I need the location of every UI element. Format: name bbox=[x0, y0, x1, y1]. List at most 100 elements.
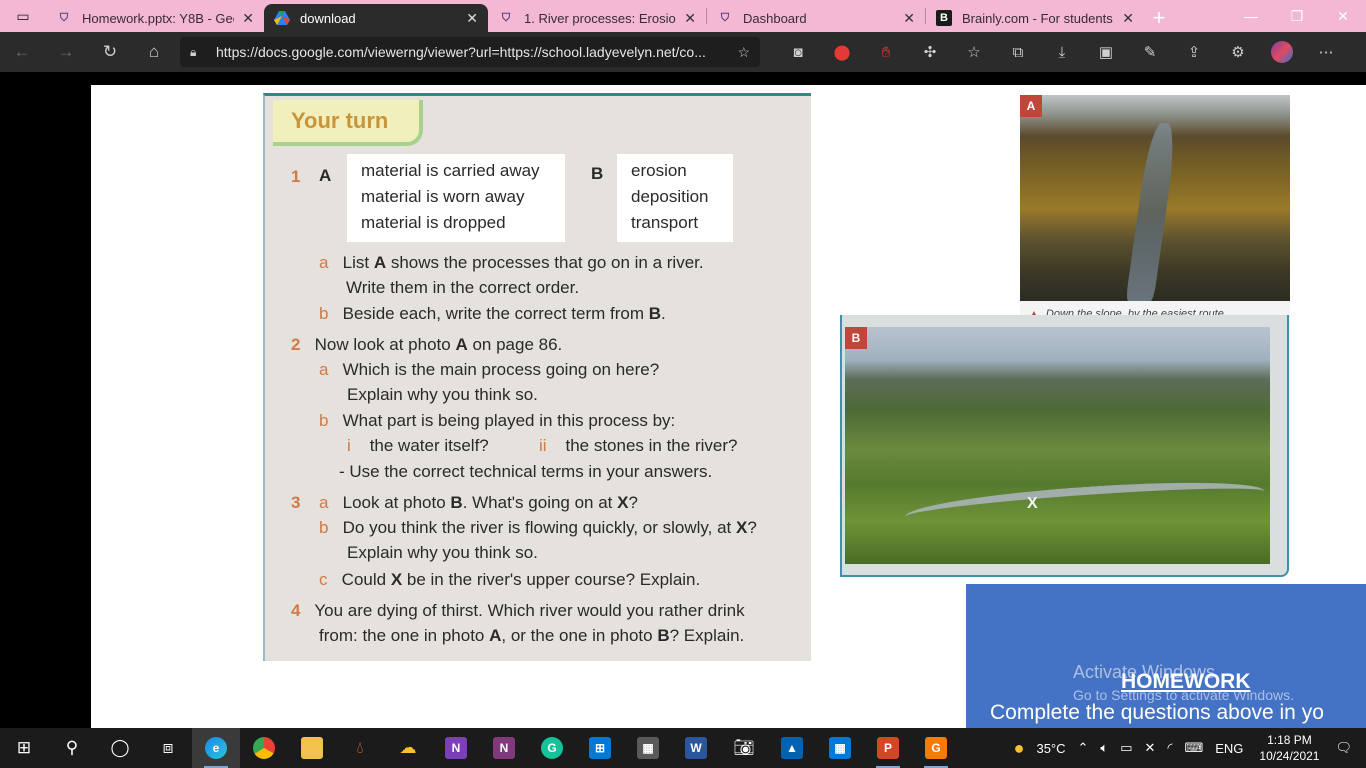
question-2-note: - Use the correct technical terms in you… bbox=[339, 462, 713, 481]
maximize-button[interactable]: ❐ bbox=[1274, 0, 1320, 32]
close-icon: ✕ bbox=[1337, 7, 1349, 24]
stream-shape bbox=[1125, 123, 1179, 301]
clock-date: 10/24/2021 bbox=[1259, 749, 1320, 763]
taskbar-word[interactable]: W bbox=[672, 728, 720, 768]
tab-actions-button[interactable]: ▭ bbox=[0, 0, 46, 32]
homework-body: Complete the questions above in yo bbox=[990, 701, 1324, 724]
shield-icon: ⛉ bbox=[501, 11, 511, 24]
shield-icon: ⛉ bbox=[720, 11, 730, 24]
lock-icon: 🔒︎ bbox=[190, 44, 197, 59]
hand-extension-icon: ✋︎ bbox=[881, 43, 891, 61]
taskbar-calculator[interactable]: ▦ bbox=[624, 728, 672, 768]
keyboard-icon[interactable]: ⌨ bbox=[1178, 740, 1209, 756]
clock-time: 1:18 PM bbox=[1267, 733, 1312, 747]
performance-button[interactable]: ⚙ bbox=[1216, 32, 1260, 72]
browser-toolbar: ← → ↻ ⌂ 🔒︎ https://docs.google.com/viewe… bbox=[0, 32, 1366, 72]
list-b-item: deposition bbox=[631, 187, 709, 206]
taskbar-store[interactable]: ⊞ bbox=[576, 728, 624, 768]
new-tab-button[interactable]: + bbox=[1144, 4, 1174, 32]
minimize-button[interactable]: — bbox=[1228, 0, 1274, 32]
collections-button[interactable]: ⧉ bbox=[996, 32, 1040, 72]
taskbar-grammarly[interactable]: G bbox=[528, 728, 576, 768]
minimize-icon: — bbox=[1244, 8, 1258, 24]
taskbar-edge[interactable]: e bbox=[192, 728, 240, 768]
tab-brainly[interactable]: B Brainly.com - For students. By ✕ bbox=[926, 4, 1144, 32]
taskbar-powerpoint[interactable]: P bbox=[864, 728, 912, 768]
close-icon[interactable]: ✕ bbox=[1122, 10, 1134, 27]
close-icon[interactable]: ✕ bbox=[242, 10, 254, 27]
weather-icon: ☁ bbox=[399, 738, 417, 757]
notifications-icon[interactable]: 🗨︎ bbox=[1329, 740, 1366, 756]
tab-river-processes[interactable]: ⛉ 1. River processes: Erosion M ✕ bbox=[488, 4, 706, 32]
close-window-button[interactable]: ✕ bbox=[1320, 0, 1366, 32]
taskbar-weather-app[interactable]: ☁ bbox=[384, 728, 432, 768]
list-a-item: material is dropped bbox=[361, 213, 506, 232]
close-icon[interactable]: ✕ bbox=[466, 10, 478, 27]
network-icon[interactable]: ✕ bbox=[1139, 740, 1162, 756]
tab-dashboard[interactable]: ⛉ Dashboard ✕ bbox=[707, 4, 925, 32]
download-icon: ⤓ bbox=[1058, 43, 1066, 61]
question-2a: a Which is the main process going on her… bbox=[319, 360, 660, 404]
close-icon[interactable]: ✕ bbox=[684, 10, 696, 27]
camera-extension-icon: ◙ bbox=[793, 43, 803, 61]
taskbar: ⊞ ⚲ ◯ ⧈ e 💧︎ ☁ N N G ⊞ ▦ W 📷︎ ▲ ▦ P G ● … bbox=[0, 728, 1366, 768]
extension-button[interactable]: ⬤ bbox=[820, 32, 864, 72]
favorites-button[interactable]: ☆ bbox=[952, 32, 996, 72]
show-hidden-icons-icon[interactable]: ⌃ bbox=[1072, 740, 1095, 756]
language[interactable]: ENG bbox=[1209, 741, 1249, 756]
volume-icon[interactable]: 🔈︎ bbox=[1094, 740, 1114, 756]
brainly-icon: B bbox=[936, 10, 952, 26]
tab-homework[interactable]: ⛉ Homework.pptx: Y8B - Geogr ✕ bbox=[46, 4, 264, 32]
share-button[interactable]: ⇪ bbox=[1172, 32, 1216, 72]
clock[interactable]: 1:18 PM 10/24/2021 bbox=[1249, 732, 1329, 764]
start-button[interactable]: ⊞ bbox=[0, 728, 48, 768]
taskbar-chrome[interactable] bbox=[240, 728, 288, 768]
powerpoint-icon: P bbox=[877, 737, 899, 759]
river-shape bbox=[904, 474, 1266, 534]
back-button[interactable]: ← bbox=[0, 32, 44, 72]
tab-title: Homework.pptx: Y8B - Geogr bbox=[82, 10, 234, 26]
profile-button[interactable] bbox=[1260, 32, 1304, 72]
extension-button[interactable]: ◙ bbox=[776, 32, 820, 72]
tab-download[interactable]: download ✕ bbox=[264, 4, 488, 32]
arrow-left-icon: ← bbox=[13, 42, 31, 61]
add-favorite-icon[interactable]: ☆ bbox=[737, 44, 750, 61]
camera-icon: 📷︎ bbox=[733, 738, 755, 757]
settings-more-button[interactable]: ⋯ bbox=[1304, 32, 1348, 72]
taskbar-app-orange[interactable]: G bbox=[912, 728, 960, 768]
cortana-button[interactable]: ◯ bbox=[96, 728, 144, 768]
weather-sun-icon[interactable]: ● bbox=[1008, 738, 1031, 759]
downloads-button[interactable]: ⤓ bbox=[1040, 32, 1084, 72]
drop-icon: 💧︎ bbox=[356, 738, 364, 757]
taskbar-file-explorer[interactable] bbox=[288, 728, 336, 768]
document-viewer[interactable]: Your turn 1 A material is carried away m… bbox=[0, 72, 1366, 728]
address-bar[interactable]: 🔒︎ https://docs.google.com/viewerng/view… bbox=[180, 37, 760, 67]
temperature[interactable]: 35°C bbox=[1030, 741, 1071, 756]
read-aloud-button[interactable]: ▣ bbox=[1084, 32, 1128, 72]
taskbar-app[interactable]: 💧︎ bbox=[336, 728, 384, 768]
list-b-label: B bbox=[591, 164, 604, 183]
battery-icon[interactable]: ▭ bbox=[1114, 740, 1138, 756]
collections-icon: ⧉ bbox=[1012, 43, 1024, 61]
forward-button[interactable]: → bbox=[44, 32, 88, 72]
calculator-icon: ▦ bbox=[637, 737, 659, 759]
wifi-icon[interactable]: ◜ bbox=[1161, 740, 1178, 756]
question-3-number: 3 bbox=[291, 493, 301, 512]
plus-icon: + bbox=[1152, 5, 1166, 30]
tab-strip: ▭ ⛉ Homework.pptx: Y8B - Geogr ✕ downloa… bbox=[0, 0, 1366, 32]
close-icon[interactable]: ✕ bbox=[903, 10, 915, 27]
taskbar-onenote-2[interactable]: N bbox=[480, 728, 528, 768]
home-button[interactable]: ⌂ bbox=[132, 32, 176, 72]
refresh-button[interactable]: ↻ bbox=[88, 32, 132, 72]
extensions-button[interactable]: ✣ bbox=[908, 32, 952, 72]
task-view-button[interactable]: ⧈ bbox=[144, 728, 192, 768]
arrow-right-icon: → bbox=[57, 42, 75, 61]
taskbar-calendar[interactable]: ▦ bbox=[816, 728, 864, 768]
taskbar-onenote[interactable]: N bbox=[432, 728, 480, 768]
taskbar-camera[interactable]: 📷︎ bbox=[720, 728, 768, 768]
photo-a: A bbox=[1020, 95, 1290, 301]
search-button[interactable]: ⚲ bbox=[48, 728, 96, 768]
extension-button[interactable]: ✋︎ bbox=[864, 32, 908, 72]
web-capture-button[interactable]: ✎ bbox=[1128, 32, 1172, 72]
taskbar-photos[interactable]: ▲ bbox=[768, 728, 816, 768]
